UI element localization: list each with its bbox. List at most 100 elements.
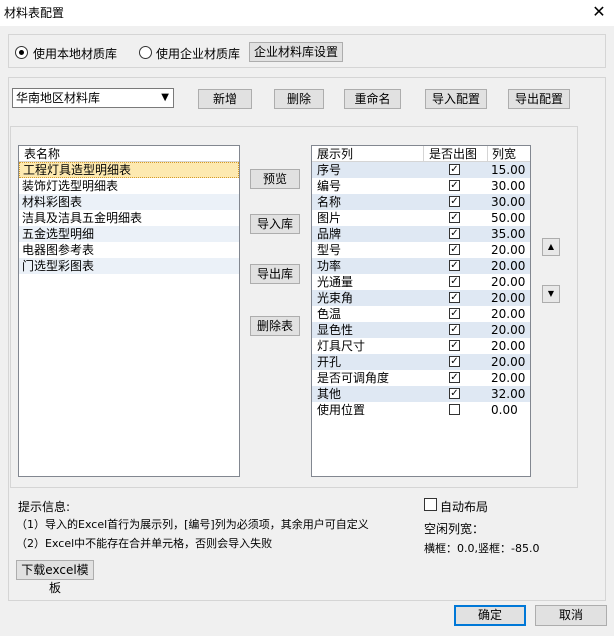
move-down-button[interactable]: ▼ (542, 285, 560, 303)
table-list-item[interactable]: 电器图参考表 (19, 242, 239, 258)
auto-layout-checkbox[interactable] (424, 498, 437, 511)
column-width-cell[interactable]: 20.00 (491, 290, 531, 306)
new-library-button[interactable]: 新增 (198, 89, 252, 109)
table-list-item[interactable]: 装饰灯选型明细表 (19, 178, 239, 194)
rename-library-button[interactable]: 重命名 (344, 89, 401, 109)
table-row[interactable]: 色温 ✓ 20.00 (312, 306, 530, 322)
output-checkbox[interactable]: ✓ (449, 292, 460, 303)
output-checkbox[interactable]: ✓ (449, 340, 460, 351)
output-cell: ✓ (423, 258, 487, 274)
delete-table-button[interactable]: 删除表 (250, 316, 300, 336)
table-row[interactable]: 使用位置 0.00 (312, 402, 530, 418)
local-library-label[interactable]: 使用本地材质库 (33, 45, 117, 62)
columns-grid[interactable]: 展示列 是否出图 列宽 序号 ✓ 15.00 编号 ✓ 30.00 名称 ✓ 30.00 图片 ✓ 5… (311, 145, 531, 477)
column-width-cell[interactable]: 35.00 (491, 226, 531, 242)
column-name-cell: 灯具尺寸 (317, 339, 366, 353)
column-width-cell[interactable]: 15.00 (491, 162, 531, 178)
import-config-button[interactable]: 导入配置 (425, 89, 487, 109)
output-cell: ✓ (423, 338, 487, 354)
columns-header: 展示列 是否出图 列宽 (312, 146, 530, 162)
column-name-cell: 序号 (317, 163, 342, 177)
delete-library-button[interactable]: 删除 (274, 89, 324, 109)
table-list-item[interactable]: 洁具及洁具五金明细表 (19, 210, 239, 226)
output-cell: ✓ (423, 370, 487, 386)
output-checkbox[interactable]: ✓ (449, 196, 460, 207)
output-cell: ✓ (423, 290, 487, 306)
table-row[interactable]: 是否可调角度 ✓ 20.00 (312, 370, 530, 386)
table-row[interactable]: 灯具尺寸 ✓ 20.00 (312, 338, 530, 354)
enterprise-library-label[interactable]: 使用企业材质库 (156, 45, 240, 62)
export-lib-button[interactable]: 导出库 (250, 264, 300, 284)
column-width-cell[interactable]: 30.00 (491, 178, 531, 194)
column-name-cell: 显色性 (317, 323, 354, 337)
column-width-cell[interactable]: 20.00 (491, 242, 531, 258)
enterprise-library-radio[interactable] (139, 46, 152, 59)
table-row[interactable]: 其他 ✓ 32.00 (312, 386, 530, 402)
output-checkbox[interactable] (449, 404, 460, 415)
table-row[interactable]: 序号 ✓ 15.00 (312, 162, 530, 178)
output-cell: ✓ (423, 354, 487, 370)
auto-layout-label[interactable]: 自动布局 (440, 498, 488, 515)
column-width-cell[interactable]: 32.00 (491, 386, 531, 402)
table-row[interactable]: 功率 ✓ 20.00 (312, 258, 530, 274)
column-width-cell[interactable]: 20.00 (491, 322, 531, 338)
column-width-cell[interactable]: 20.00 (491, 274, 531, 290)
output-cell: ✓ (423, 226, 487, 242)
column-width-cell[interactable]: 20.00 (491, 306, 531, 322)
column-width-cell[interactable]: 20.00 (491, 258, 531, 274)
column-name-cell: 是否可调角度 (317, 371, 390, 385)
column-width-cell[interactable]: 20.00 (491, 370, 531, 386)
table-row[interactable]: 型号 ✓ 20.00 (312, 242, 530, 258)
table-row[interactable]: 开孔 ✓ 20.00 (312, 354, 530, 370)
ok-button[interactable]: 确定 (454, 605, 526, 626)
table-list-header: 表名称 (19, 146, 239, 162)
output-checkbox[interactable]: ✓ (449, 308, 460, 319)
output-checkbox[interactable]: ✓ (449, 260, 460, 271)
column-name-cell: 名称 (317, 195, 342, 209)
table-row[interactable]: 品牌 ✓ 35.00 (312, 226, 530, 242)
table-list-item[interactable]: 门选型彩图表 (19, 258, 239, 274)
output-checkbox[interactable]: ✓ (449, 244, 460, 255)
enterprise-settings-button[interactable]: 企业材料库设置 (249, 42, 343, 62)
table-row[interactable]: 光束角 ✓ 20.00 (312, 290, 530, 306)
output-checkbox[interactable]: ✓ (449, 388, 460, 399)
column-width-cell[interactable]: 20.00 (491, 338, 531, 354)
table-row[interactable]: 名称 ✓ 30.00 (312, 194, 530, 210)
table-row[interactable]: 显色性 ✓ 20.00 (312, 322, 530, 338)
output-checkbox[interactable]: ✓ (449, 324, 460, 335)
table-list-item[interactable]: 工程灯具造型明细表 (19, 162, 239, 178)
table-row[interactable]: 图片 ✓ 50.00 (312, 210, 530, 226)
close-icon[interactable]: ✕ (584, 0, 614, 26)
chevron-up-icon: ▲ (547, 242, 555, 251)
export-config-button[interactable]: 导出配置 (508, 89, 570, 109)
output-checkbox[interactable]: ✓ (449, 164, 460, 175)
column-width-cell[interactable]: 30.00 (491, 194, 531, 210)
hint-line-1: （1）导入的Excel首行为展示列，[编号]列为必须项，其余用户可自定义 (16, 518, 369, 531)
table-list-item[interactable]: 材料彩图表 (19, 194, 239, 210)
output-checkbox[interactable]: ✓ (449, 356, 460, 367)
column-name-cell: 图片 (317, 211, 342, 225)
import-lib-button[interactable]: 导入库 (250, 214, 300, 234)
table-list[interactable]: 表名称 工程灯具造型明细表 装饰灯选型明细表 材料彩图表 洁具及洁具五金明细表 五金选型… (18, 145, 240, 477)
column-name-cell: 色温 (317, 307, 342, 321)
output-cell: ✓ (423, 210, 487, 226)
library-select[interactable]: 华南地区材料库 ▼ (12, 88, 174, 108)
output-checkbox[interactable]: ✓ (449, 228, 460, 239)
table-row[interactable]: 编号 ✓ 30.00 (312, 178, 530, 194)
output-cell: ✓ (423, 322, 487, 338)
output-checkbox[interactable]: ✓ (449, 180, 460, 191)
table-list-item[interactable]: 五金选型明细 (19, 226, 239, 242)
output-checkbox[interactable]: ✓ (449, 212, 460, 223)
cancel-button[interactable]: 取消 (535, 605, 607, 626)
preview-button[interactable]: 预览 (250, 169, 300, 189)
chevron-down-icon: ▼ (547, 289, 555, 298)
download-template-button[interactable]: 下载excel模板 (16, 560, 94, 595)
table-row[interactable]: 光通量 ✓ 20.00 (312, 274, 530, 290)
column-width-cell[interactable]: 20.00 (491, 354, 531, 370)
local-library-radio[interactable] (15, 46, 28, 59)
column-width-cell[interactable]: 50.00 (491, 210, 531, 226)
column-width-cell[interactable]: 0.00 (491, 402, 531, 418)
output-checkbox[interactable]: ✓ (449, 372, 460, 383)
output-checkbox[interactable]: ✓ (449, 276, 460, 287)
move-up-button[interactable]: ▲ (542, 238, 560, 256)
